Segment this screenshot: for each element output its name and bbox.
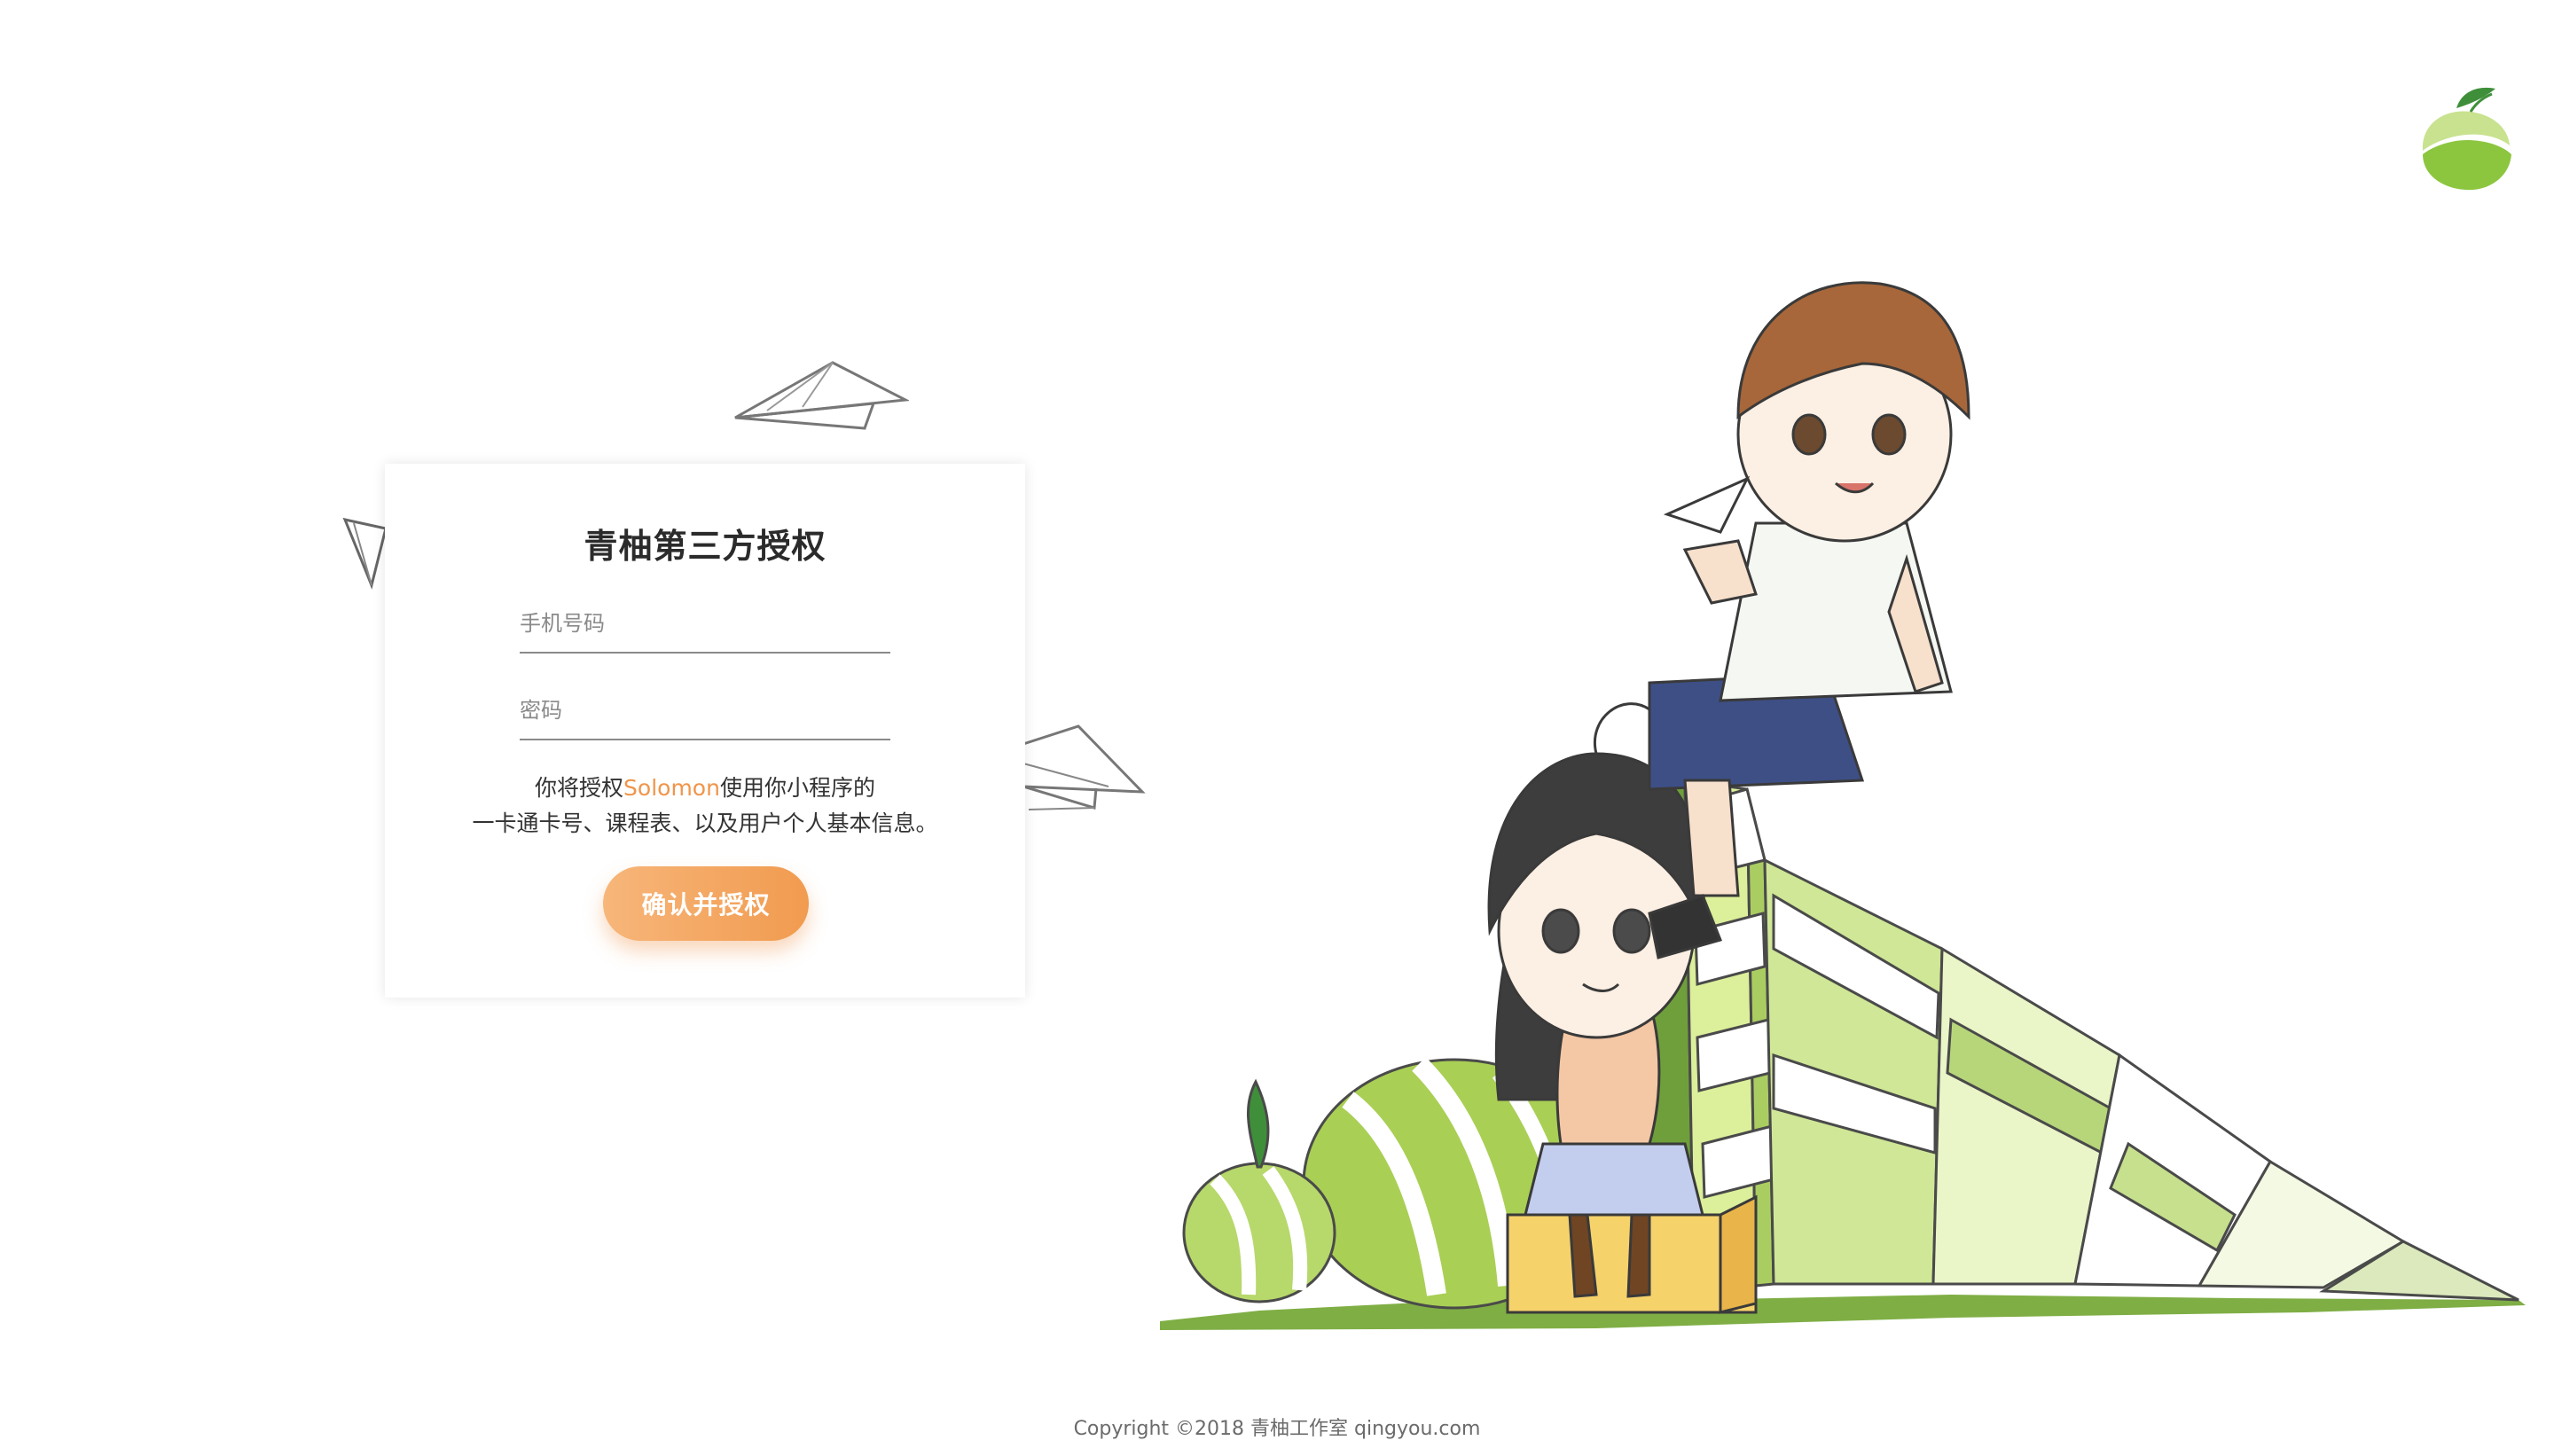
phone-input[interactable] [520, 599, 890, 648]
password-field-container [520, 685, 890, 740]
auth-description: 你将授权Solomon使用你小程序的 一卡通卡号、课程表、以及用户个人基本信息。 [385, 771, 1025, 842]
password-input[interactable] [520, 685, 890, 735]
desc-prefix: 你将授权 [535, 775, 624, 801]
boy-character [1648, 281, 1970, 959]
paper-plane-icon [1022, 724, 1146, 810]
hero-illustration [1160, 281, 2526, 1330]
copyright-footer: Copyright ©2018 青柚工作室 qingyou.com [1073, 1418, 1481, 1440]
paper-plane-icon [734, 361, 909, 430]
auth-page: 青柚第三方授权 你将授权Solomon使用你小程序的 一卡通卡号、课程表、以及用… [0, 0, 2554, 1456]
ground-shape [1160, 1295, 2526, 1330]
desc-suffix: 使用你小程序的 [719, 775, 875, 801]
auth-card: 青柚第三方授权 你将授权Solomon使用你小程序的 一卡通卡号、课程表、以及用… [385, 464, 1025, 998]
auth-title: 青柚第三方授权 [584, 527, 827, 566]
auth-description-line1: 你将授权Solomon使用你小程序的 [385, 771, 1025, 806]
confirm-authorize-button[interactable]: 确认并授权 [603, 866, 809, 941]
app-name: Solomon [623, 775, 720, 801]
auth-description-line2: 一卡通卡号、课程表、以及用户个人基本信息。 [472, 810, 938, 836]
phone-field-container [520, 599, 890, 654]
qingyou-logo-icon [2422, 87, 2511, 191]
